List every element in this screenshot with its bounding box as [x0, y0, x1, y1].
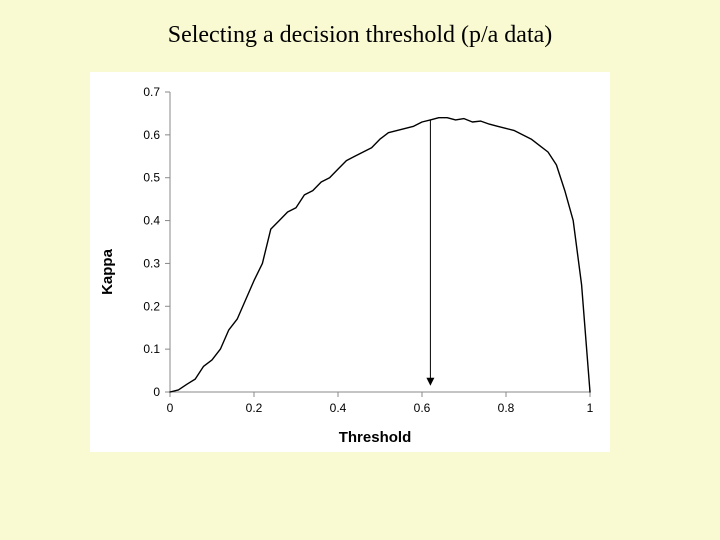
x-tick-label: 0.8: [498, 401, 515, 415]
y-tick-label: 0.5: [143, 171, 160, 185]
x-tick-label: 0.4: [330, 401, 347, 415]
slide: Selecting a decision threshold (p/a data…: [0, 0, 720, 540]
chart-panel: 0 0.1 0.2 0.3 0.4 0.5 0.6 0.7 0 0.2 0.4 0.6 0.8 1 Kap…: [90, 72, 610, 452]
kappa-threshold-chart: 0 0.1 0.2 0.3 0.4 0.5 0.6 0.7 0 0.2 0.4 0.6 0.8 1 Kap…: [90, 72, 610, 452]
kappa-curve: [170, 118, 590, 392]
x-axis-label: Threshold: [339, 429, 412, 446]
page-title: Selecting a decision threshold (p/a data…: [0, 22, 720, 49]
x-tick-label: 1: [587, 401, 594, 415]
x-tick-label: 0.6: [414, 401, 431, 415]
x-tick-label: 0.2: [246, 401, 263, 415]
x-tick-label: 0: [167, 401, 174, 415]
arrowhead-icon: [426, 378, 434, 386]
y-tick-label: 0.4: [143, 214, 160, 228]
y-tick-label: 0.1: [143, 342, 160, 356]
y-axis-label: Kappa: [99, 248, 116, 295]
y-tick-label: 0.3: [143, 256, 160, 270]
y-tick-label: 0: [153, 385, 160, 399]
y-tick-label: 0.7: [143, 85, 160, 99]
y-tick-label: 0.6: [143, 128, 160, 142]
y-tick-label: 0.2: [143, 299, 160, 313]
